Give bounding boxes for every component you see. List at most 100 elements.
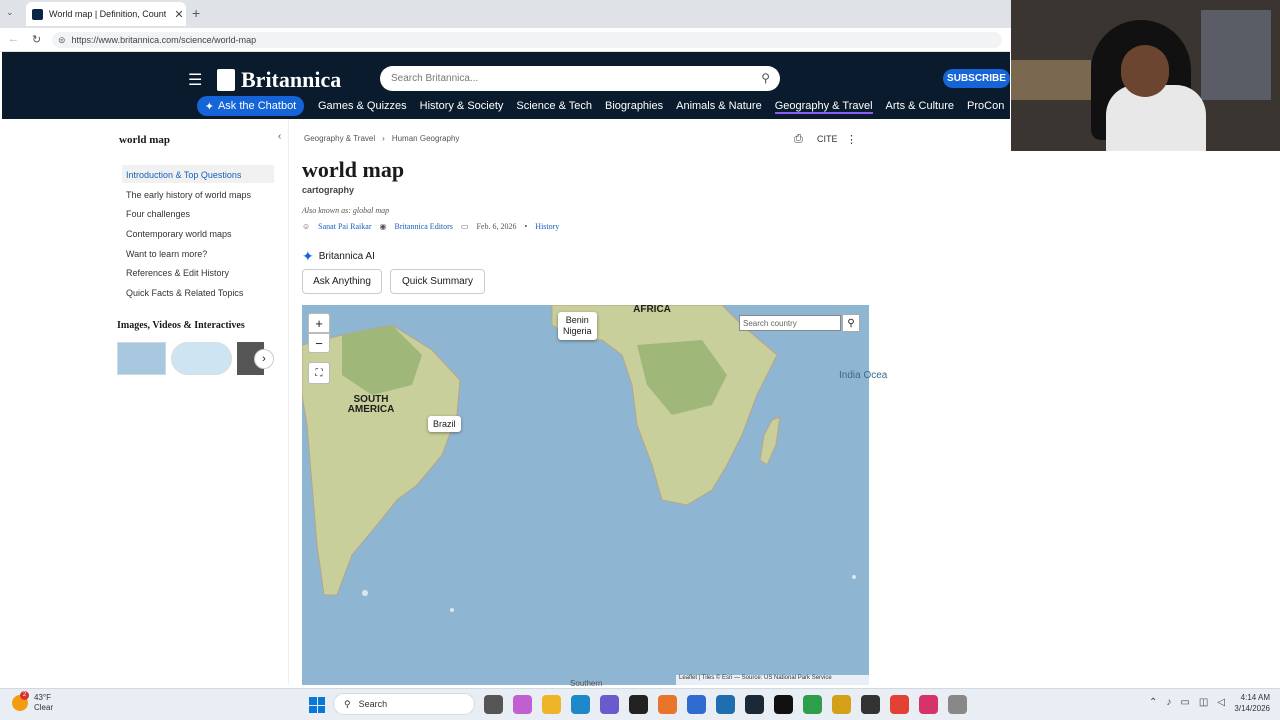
- article-sidebar: [102, 119, 289, 685]
- ask-anything-button[interactable]: Ask Anything: [302, 269, 382, 294]
- map-attribution[interactable]: Leaflet | Tiles © Esri — Source: US Nati…: [676, 675, 869, 685]
- search-icon[interactable]: ⚲: [761, 71, 770, 85]
- vpn-icon[interactable]: [716, 695, 735, 714]
- toc-quick-facts[interactable]: Quick Facts & Related Topics: [126, 288, 243, 298]
- display-icon[interactable]: ▭: [1180, 697, 1189, 708]
- author-link-2[interactable]: Britannica Editors: [394, 222, 452, 231]
- browser-tab[interactable]: World map | Definition, Countries, ✕: [26, 2, 186, 26]
- nav-procon[interactable]: ProCon: [967, 100, 1004, 114]
- webcam-background-wall: [1201, 10, 1271, 100]
- interactive-map[interactable]: [302, 305, 869, 685]
- network-icon[interactable]: ◫: [1199, 697, 1208, 708]
- breadcrumb-geography[interactable]: Geography & Travel: [304, 134, 375, 143]
- tab-list-chevron-icon[interactable]: ⌄: [6, 7, 14, 18]
- britannica-logo[interactable]: Britannica: [217, 67, 341, 93]
- subscribe-button[interactable]: SUBSCRIBE: [943, 69, 1010, 88]
- publish-date: Feb. 6, 2026: [476, 222, 517, 231]
- toc-early-history[interactable]: The early history of world maps: [126, 190, 251, 200]
- media-thumbnail-1[interactable]: [117, 342, 166, 375]
- nav-geography-travel[interactable]: Geography & Travel: [774, 100, 873, 114]
- nav-arts-culture[interactable]: Arts & Culture: [886, 100, 954, 114]
- nav-history-society[interactable]: History & Society: [420, 100, 504, 114]
- system-clock[interactable]: 4:14 AM 3/14/2026: [1224, 692, 1270, 714]
- search-placeholder: Search Britannica...: [391, 73, 479, 84]
- breadcrumb: Geography & Travel › Human Geography: [304, 134, 459, 143]
- weather-widget[interactable]: 2 43°F Clear: [12, 691, 53, 713]
- breadcrumb-human-geography[interactable]: Human Geography: [392, 134, 460, 143]
- page-title: world map: [302, 157, 405, 182]
- collapse-sidebar-icon[interactable]: ‹: [278, 131, 281, 142]
- obs-icon[interactable]: [629, 695, 648, 714]
- verified-icon: ◉: [379, 222, 387, 231]
- clock-date: 3/14/2026: [1234, 704, 1270, 713]
- print-icon[interactable]: ⎙: [794, 133, 803, 146]
- messenger-icon[interactable]: [600, 695, 619, 714]
- taskbar-search-input[interactable]: ⚲ Search: [333, 693, 475, 715]
- site-search-input[interactable]: Search Britannica... ⚲: [380, 66, 780, 91]
- ai-sparkle-icon: ✦: [302, 248, 314, 264]
- toc-introduction[interactable]: Introduction & Top Questions: [126, 170, 241, 180]
- windows-start-icon[interactable]: [309, 697, 325, 713]
- settings-gear-icon[interactable]: [948, 695, 967, 714]
- more-options-icon[interactable]: ⋮: [846, 133, 857, 146]
- reload-icon[interactable]: ↻: [32, 33, 41, 46]
- nav-animals-nature[interactable]: Animals & Nature: [676, 100, 762, 114]
- chatbot-label: Ask the Chatbot: [217, 100, 297, 112]
- webcam-person-body: [1106, 85, 1206, 151]
- toc-learn-more[interactable]: Want to learn more?: [126, 249, 207, 259]
- zoom-out-button[interactable]: −: [308, 333, 330, 353]
- sparkle-icon: ✦: [204, 100, 214, 113]
- chrome-icon[interactable]: [890, 695, 909, 714]
- tiktok-studio-icon[interactable]: [919, 695, 938, 714]
- chevron-right-icon[interactable]: ›: [254, 349, 274, 369]
- toc-four-challenges[interactable]: Four challenges: [126, 209, 190, 219]
- nigeria-label: Nigeria: [563, 326, 592, 336]
- media-thumbnail-2[interactable]: [171, 342, 232, 375]
- nav-games-quizzes[interactable]: Games & Quizzes: [318, 100, 407, 114]
- cite-button[interactable]: CITE: [817, 134, 838, 144]
- edge-browser-icon[interactable]: [571, 695, 590, 714]
- quick-summary-button[interactable]: Quick Summary: [390, 269, 485, 294]
- author-link-1[interactable]: Sanat Pai Raikar: [318, 222, 371, 231]
- zoom-in-button[interactable]: +: [308, 313, 330, 333]
- site-info-icon[interactable]: ⊜: [58, 35, 66, 46]
- map-search-icon[interactable]: ⚲: [842, 314, 860, 332]
- map-country-search-input[interactable]: Search country: [739, 315, 841, 331]
- steam-icon[interactable]: [745, 695, 764, 714]
- webcam-person-head: [1121, 45, 1169, 97]
- southern-ocean-label: Southern: [570, 679, 603, 688]
- app-icon-dark[interactable]: [861, 695, 880, 714]
- category-nav: Games & Quizzes History & Society Scienc…: [318, 100, 1010, 114]
- logo-text: Britannica: [241, 67, 342, 92]
- fullscreen-icon[interactable]: ⛶: [308, 362, 330, 384]
- benin-nigeria-tooltip: Benin Nigeria: [558, 312, 597, 340]
- app-icon-r[interactable]: [832, 695, 851, 714]
- menu-hamburger-icon[interactable]: ☰: [188, 70, 202, 90]
- close-tab-icon[interactable]: ✕: [172, 8, 186, 21]
- copilot-icon[interactable]: [513, 695, 532, 714]
- file-explorer-icon[interactable]: [542, 695, 561, 714]
- xbox-icon[interactable]: [803, 695, 822, 714]
- store-icon[interactable]: [687, 695, 706, 714]
- toc-references[interactable]: References & Edit History: [126, 268, 229, 278]
- url-field[interactable]: ⊜ https://www.britannica.com/science/wor…: [52, 32, 1002, 48]
- page-subtitle: cartography: [302, 185, 355, 195]
- sidebar-title: world map: [119, 134, 171, 146]
- nav-science-tech[interactable]: Science & Tech: [516, 100, 592, 114]
- tiktok-icon[interactable]: [774, 695, 793, 714]
- nav-biographies[interactable]: Biographies: [605, 100, 663, 114]
- ask-chatbot-button[interactable]: ✦ Ask the Chatbot: [197, 96, 304, 116]
- back-arrow-icon[interactable]: ←: [8, 33, 19, 45]
- tray-overflow-icon[interactable]: ⌃: [1149, 697, 1157, 708]
- taskbar-apps: [484, 695, 967, 714]
- brazil-tooltip: Brazil: [428, 416, 461, 432]
- south-america-label: SOUTH AMERICA: [347, 394, 395, 415]
- toc-contemporary-maps[interactable]: Contemporary world maps: [126, 229, 232, 239]
- task-view-icon[interactable]: [484, 695, 503, 714]
- microphone-icon[interactable]: ♪: [1166, 697, 1171, 708]
- tab-title: World map | Definition, Countries,: [49, 9, 166, 19]
- system-tray: ⌃ ♪ ▭ ◫ ◁: [1149, 697, 1225, 708]
- new-tab-button[interactable]: +: [192, 5, 200, 21]
- app-icon-a[interactable]: [658, 695, 677, 714]
- history-link[interactable]: History: [535, 222, 559, 231]
